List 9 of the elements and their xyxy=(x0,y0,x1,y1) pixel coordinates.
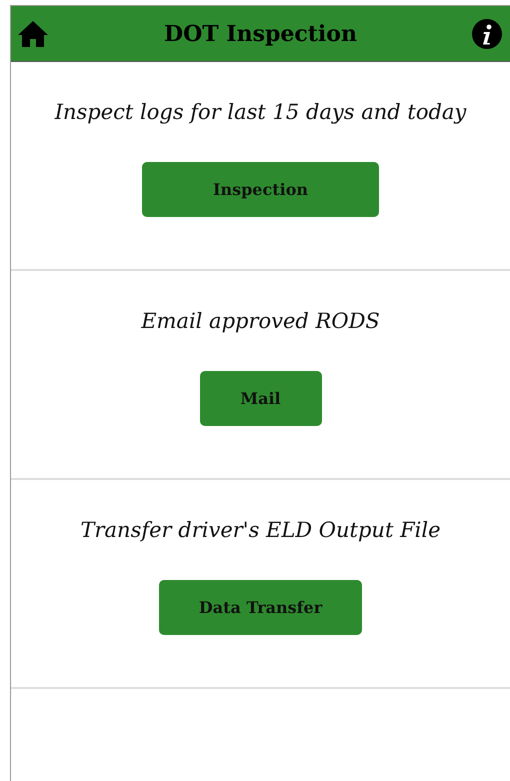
info-icon[interactable] xyxy=(472,18,502,48)
action-button[interactable]: Mail xyxy=(200,371,322,426)
page-title: DOT Inspection xyxy=(164,20,357,46)
action-button[interactable]: Inspection xyxy=(142,162,379,217)
home-icon[interactable] xyxy=(17,20,49,48)
section-description: Inspect logs for last 15 days and today xyxy=(54,100,466,124)
section-description: Transfer driver's ELD Output File xyxy=(80,518,440,542)
action-button[interactable]: Data Transfer xyxy=(158,580,362,635)
section-description: Email approved RODS xyxy=(141,309,380,333)
